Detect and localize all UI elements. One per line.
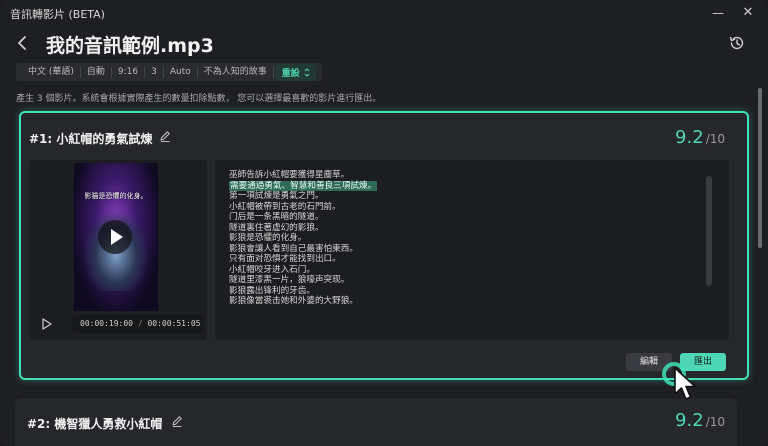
language-tag: 中文 (華語): [22, 66, 81, 78]
result-title: #2: 機智獵人勇救小紅帽: [27, 417, 163, 431]
score: 9.2/10: [675, 127, 725, 148]
style-tag: 不為人知的故事: [198, 66, 274, 78]
minimize-button[interactable]: —: [707, 3, 729, 23]
script-line: 小紅帽咬牙进入石门。: [229, 264, 315, 275]
count-tag: 3: [145, 66, 164, 78]
chevron-updown-icon: [304, 67, 310, 77]
script-line: 影狼露出锋利的牙齿。: [229, 285, 315, 296]
score-value: 9.2: [675, 127, 704, 148]
script-line-highlighted: 需要通過勇氣、智慧和善良三項試煉。: [229, 180, 378, 191]
script-line: 影狼像當裘击她和外婆的大野狼。: [229, 296, 358, 306]
result-card-2[interactable]: #2: 機智獵人勇救小紅帽 9.2/10: [15, 398, 737, 446]
close-button[interactable]: ✕: [737, 3, 759, 23]
script-line: 第一項試煉是勇氣之門。: [229, 191, 324, 201]
script-line: 门后是一条黑暗的隧道。: [229, 212, 324, 222]
cursor-icon: [674, 367, 696, 400]
settings-summary-bar: 中文 (華語) 自動 9:16 3 Auto 不為人知的故事 重設: [16, 63, 322, 81]
page-title: 我的音訊範例.mp3: [46, 35, 214, 57]
score-value: 9.2: [675, 410, 704, 431]
reset-label: 重設: [281, 68, 300, 79]
play-icon: [111, 229, 123, 245]
score: 9.2/10: [675, 410, 725, 431]
play-button[interactable]: [41, 318, 53, 330]
result-title: #1: 小紅帽的勇氣試煉: [29, 132, 153, 146]
thumbnail-caption: 影猫是恐懼的化身。: [84, 192, 148, 200]
aspect-ratio-tag: 9:16: [112, 66, 146, 78]
pencil-icon[interactable]: [158, 129, 172, 143]
app-window: 音訊轉影片 (BETA) — ✕ 我的音訊範例.mp3 中文 (華語) 自動 9…: [0, 0, 768, 446]
score-denominator: /10: [705, 132, 725, 146]
app-title: 音訊轉影片 (BETA): [10, 8, 105, 21]
mode-tag: 自動: [81, 66, 112, 78]
video-preview: 影猫是恐懼的化身。 00:00:19:00 / 00:00:51:05: [29, 160, 207, 340]
script-text: 巫師告訴小紅帽要獲得星塵草。 需要通過勇氣、智慧和善良三項試煉。 第一項試煉是勇…: [229, 170, 378, 307]
title-bar: 音訊轉影片 (BETA) — ✕: [0, 0, 768, 26]
script-line: 影狼會讓人看到自己最害怕東西。: [229, 243, 358, 254]
play-overlay-button[interactable]: [98, 220, 132, 254]
total-time: 00:00:51:05: [147, 319, 201, 328]
time-separator: /: [137, 319, 143, 328]
script-line: 影狼是恐懼的化身。: [229, 233, 307, 243]
scrollbar-thumb[interactable]: [758, 88, 762, 248]
script-line: 隧道裏住著虛幻的影狼。: [229, 222, 324, 233]
script-line: 隧道里漆黑一片，狼嚎声突现。: [229, 275, 350, 285]
script-line: 小紅帽被帶到古老的石門前。: [229, 201, 341, 212]
timecode: 00:00:19:00 / 00:00:51:05: [72, 315, 204, 333]
result-card-1[interactable]: #1: 小紅帽的勇氣試煉 9.2/10 影猫是恐懼的化身。 00:00:19:0…: [19, 111, 749, 380]
video-thumbnail[interactable]: 影猫是恐懼的化身。: [74, 163, 158, 311]
reset-settings-button[interactable]: 重設: [275, 63, 316, 81]
script-line: 巫師告訴小紅帽要獲得星塵草。: [229, 170, 350, 180]
current-time: 00:00:19:00: [80, 319, 133, 328]
page-scrollbar[interactable]: [758, 88, 762, 438]
info-text: 產生 3 個影片。系統會根據實際產生的數量扣除點數， 您可以選擇最喜歡的影片進行…: [16, 94, 382, 104]
score-denominator: /10: [705, 415, 725, 429]
pencil-icon[interactable]: [170, 414, 184, 428]
back-arrow-icon[interactable]: [13, 33, 33, 53]
voice-tag: Auto: [164, 66, 198, 78]
script-scrollbar[interactable]: [706, 176, 712, 286]
script-panel[interactable]: 巫師告訴小紅帽要獲得星塵草。 需要通過勇氣、智慧和善良三項試煉。 第一項試煉是勇…: [215, 160, 729, 340]
script-line: 只有面对恐惧才能找到出口。: [229, 254, 341, 264]
history-icon[interactable]: [727, 33, 747, 53]
